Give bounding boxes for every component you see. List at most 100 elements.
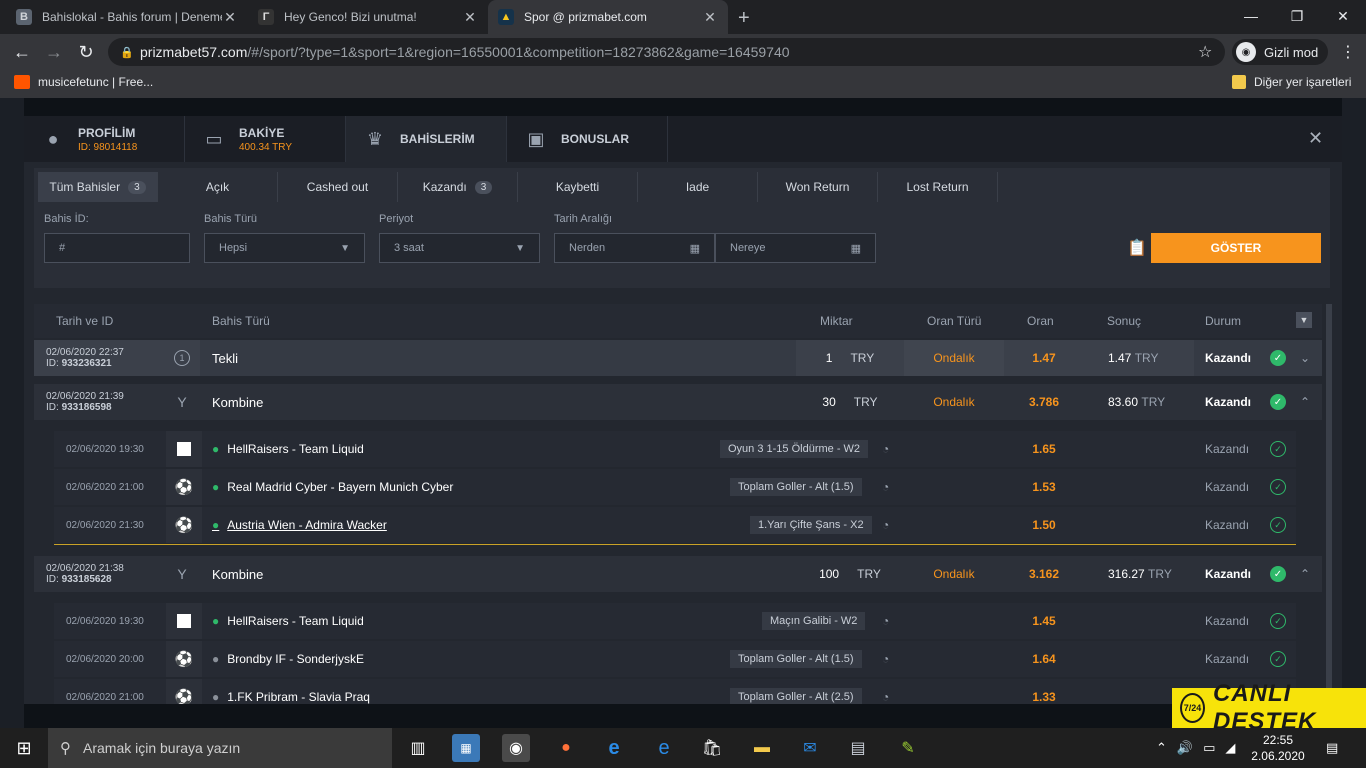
browser-tab-hey-genco[interactable]: Γ Hey Genco! Bizi unutma! ✕ bbox=[248, 0, 488, 34]
filter-tab-lost[interactable]: Kaybetti bbox=[518, 172, 638, 202]
bet-type-select[interactable]: Hepsi ▼ bbox=[204, 233, 365, 263]
match-name[interactable]: ● Brondby IF - SonderjyskE bbox=[212, 641, 364, 677]
check-circle-outline-icon: ✓ bbox=[1270, 651, 1286, 667]
match-name[interactable]: ● 1.FK Pribram - Slavia Praq bbox=[212, 679, 370, 704]
match-name[interactable]: ● HellRaisers - Team Liquid bbox=[212, 431, 364, 467]
bet-odds-type: Ondalık bbox=[933, 395, 975, 409]
filter-tab-refund[interactable]: Iade bbox=[638, 172, 758, 202]
show-button[interactable]: GÖSTER bbox=[1151, 233, 1321, 263]
filter-panel: Tüm Bahisler 3 Açık Cashed out Kazandı 3 K… bbox=[34, 168, 1330, 288]
tab-profilim[interactable]: ● PROFİLİM ID: 98014118 bbox=[24, 116, 185, 162]
stats-icon[interactable]: ◔ bbox=[882, 507, 889, 543]
filter-tab-lost-return[interactable]: Lost Return bbox=[878, 172, 998, 202]
app-icon[interactable]: ▦ bbox=[452, 734, 480, 762]
expand-icon[interactable]: ⌄ bbox=[1300, 340, 1310, 376]
chevron-up-icon[interactable]: ⌃ bbox=[1156, 740, 1167, 756]
stats-icon[interactable]: ◔ bbox=[882, 469, 889, 505]
bet-row[interactable]: 02/06/2020 21:39 ID: 933186598 Y Kombine… bbox=[34, 384, 1322, 420]
back-arrow-icon[interactable]: ← bbox=[10, 40, 34, 64]
close-tab-icon[interactable]: ✕ bbox=[222, 9, 238, 26]
filter-tab-cashed-out[interactable]: Cashed out bbox=[278, 172, 398, 202]
stats-icon[interactable]: ◔ bbox=[882, 641, 889, 677]
modal-close-icon[interactable]: ✕ bbox=[1308, 128, 1323, 149]
collapse-icon[interactable]: ⌃ bbox=[1300, 556, 1310, 592]
football-icon: ⚽ bbox=[166, 641, 202, 677]
folder-icon bbox=[1232, 75, 1246, 89]
internet-explorer-icon[interactable]: e bbox=[600, 734, 628, 762]
search-icon: ⚲ bbox=[60, 740, 71, 757]
browser-menu-icon[interactable]: ⋮ bbox=[1340, 42, 1356, 62]
chrome-icon[interactable]: ◉ bbox=[502, 734, 530, 762]
bet-status-tabs: Tüm Bahisler 3 Açık Cashed out Kazandı 3 K… bbox=[38, 172, 998, 202]
match-name[interactable]: ● Real Madrid Cyber - Bayern Munich Cyber bbox=[212, 469, 453, 505]
mail-icon[interactable]: ✉ bbox=[796, 734, 824, 762]
clipboard-icon[interactable]: 📋 bbox=[1127, 238, 1147, 258]
period-select[interactable]: 3 saat ▼ bbox=[379, 233, 540, 263]
edge-icon[interactable]: e bbox=[650, 734, 678, 762]
window-close-icon[interactable]: ✕ bbox=[1320, 0, 1366, 32]
date-from-input[interactable]: Nerden ▦ bbox=[554, 233, 715, 263]
filter-tab-all[interactable]: Tüm Bahisler 3 bbox=[38, 172, 158, 202]
close-tab-icon[interactable]: ✕ bbox=[462, 9, 478, 26]
tab-bahislerim[interactable]: ♛ BAHİSLERİM bbox=[346, 116, 507, 162]
bet-id-input[interactable]: # bbox=[44, 233, 190, 263]
live-support-button[interactable]: 7/24 CANLI DESTEK bbox=[1172, 680, 1366, 735]
bookmark-star-icon[interactable]: ☆ bbox=[1198, 42, 1212, 62]
browser-tab-spor[interactable]: ▲ Spor @ prizmabet.com ✕ bbox=[488, 0, 728, 34]
bet-odds-type: Ondalık bbox=[904, 340, 1004, 376]
collapse-icon[interactable]: ⌃ bbox=[1300, 384, 1310, 420]
bet-type: Kombine bbox=[212, 394, 264, 410]
windows-start-icon[interactable]: ⊞ bbox=[0, 728, 48, 768]
selection-row: 02/06/2020 19:30 ● HellRaisers - Team Liq… bbox=[54, 431, 1296, 467]
filter-tab-won-return[interactable]: Won Return bbox=[758, 172, 878, 202]
file-explorer-icon[interactable]: ▬ bbox=[748, 734, 776, 762]
filter-tab-open[interactable]: Açık bbox=[158, 172, 278, 202]
taskbar-search-input[interactable]: ⚲ Aramak için buraya yazın bbox=[48, 728, 392, 768]
new-tab-icon[interactable]: + bbox=[738, 7, 750, 30]
bets-table: Tarih ve ID Bahis Türü Miktar Oran Türü … bbox=[34, 304, 1322, 704]
forward-arrow-icon[interactable]: → bbox=[42, 40, 66, 64]
wifi-icon[interactable]: ◢ bbox=[1225, 740, 1235, 756]
battery-icon[interactable]: ▭ bbox=[1203, 740, 1215, 756]
table-scrollbar[interactable] bbox=[1326, 304, 1332, 704]
date-to-input[interactable]: Nereye ▦ bbox=[715, 233, 876, 263]
reload-icon[interactable]: ↻ bbox=[74, 40, 98, 64]
stats-icon[interactable]: ◔ bbox=[882, 679, 889, 704]
close-tab-icon[interactable]: ✕ bbox=[702, 9, 718, 26]
gift-icon: ▣ bbox=[527, 128, 545, 149]
calculator-icon[interactable]: ▤ bbox=[844, 734, 872, 762]
filter-tab-won[interactable]: Kazandı 3 bbox=[398, 172, 518, 202]
incognito-badge[interactable]: ◉ Gizli mod bbox=[1232, 39, 1329, 65]
date-range-label: Tarih Aralığı bbox=[554, 213, 613, 225]
stats-icon[interactable]: ◔ bbox=[882, 603, 889, 639]
minimize-icon[interactable]: — bbox=[1228, 0, 1274, 32]
task-view-icon[interactable]: ▥ bbox=[404, 734, 432, 762]
match-name[interactable]: ● HellRaisers - Team Liquid bbox=[212, 603, 364, 639]
collapse-all-icon[interactable]: ▼ bbox=[1296, 312, 1312, 328]
taskbar-clock[interactable]: 22:55 2.06.2020 bbox=[1248, 732, 1308, 764]
firefox-icon[interactable]: ● bbox=[552, 734, 580, 762]
maximize-icon[interactable]: ❐ bbox=[1274, 0, 1320, 32]
chevron-down-icon: ▼ bbox=[340, 242, 350, 254]
match-name[interactable]: ● Austria Wien - Admira Wacker bbox=[212, 507, 387, 543]
tab-bakiye[interactable]: ▭ BAKİYE 400.34 TRY bbox=[185, 116, 346, 162]
address-bar[interactable]: 🔒 prizmabet57.com/#/sport/?type=1&sport=… bbox=[108, 38, 1225, 66]
page-content: ● PROFİLİM ID: 98014118 ▭ BAKİYE 400.34 TR… bbox=[0, 98, 1366, 728]
stats-icon[interactable]: ◔ bbox=[882, 431, 889, 467]
market-badge: 1.Yarı Çifte Şans - X2 bbox=[750, 516, 872, 534]
tab-bonuslar[interactable]: ▣ BONUSLAR bbox=[507, 116, 668, 162]
paint-icon[interactable]: ✎ bbox=[894, 734, 922, 762]
bet-row[interactable]: 02/06/2020 21:38 ID: 933185628 Y Kombine… bbox=[34, 556, 1322, 592]
bet-id: ID: 933186598 bbox=[46, 402, 112, 413]
store-icon[interactable]: 🛍 bbox=[698, 734, 726, 762]
volume-icon[interactable]: 🔊 bbox=[1177, 740, 1193, 756]
support-badge-icon: 7/24 bbox=[1180, 693, 1206, 723]
bookmark-other[interactable]: Diğer yer işaretleri bbox=[1232, 75, 1351, 89]
notification-icon[interactable]: ▤ bbox=[1326, 728, 1338, 768]
football-icon: ⚽ bbox=[166, 507, 202, 543]
bookmark-musicefetunc[interactable]: musicefetunc | Free... bbox=[14, 75, 153, 89]
bet-row[interactable]: 02/06/2020 22:37 ID: 933236321 1 Tekli 1… bbox=[34, 340, 1322, 376]
tab-title: Spor @ prizmabet.com bbox=[524, 10, 647, 24]
browser-tab-bahislokal[interactable]: B Bahislokal - Bahis forum | Deneme ✕ bbox=[6, 0, 248, 34]
bet-odds: 3.786 bbox=[1028, 395, 1060, 409]
